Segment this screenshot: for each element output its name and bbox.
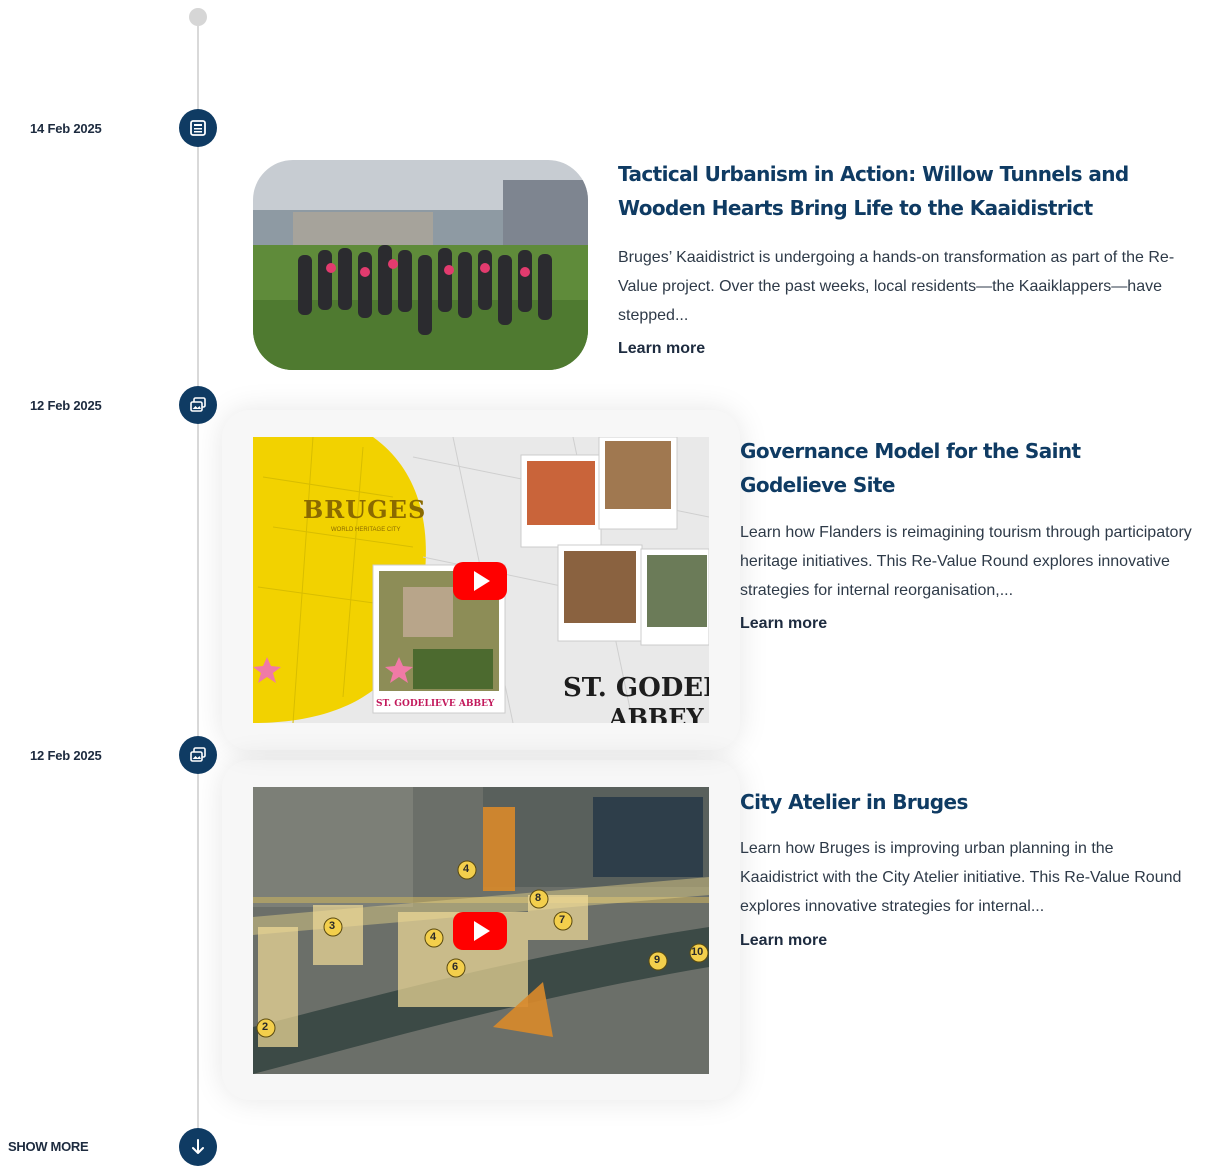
video-map-city-sub: WORLD HERITAGE CITY: [331, 527, 401, 533]
video-map-city: BRUGES: [303, 495, 427, 524]
map-number: 9: [654, 954, 661, 966]
learn-more-link[interactable]: Learn more: [740, 615, 827, 633]
article-title[interactable]: Governance Model for the Saint Godelieve…: [740, 434, 1180, 502]
media-gallery-icon: [179, 736, 217, 774]
map-number: 4: [430, 931, 437, 943]
video-big-caption-2: ABBEY: [609, 703, 704, 723]
video-big-caption: ST. GODELIEV: [563, 673, 709, 703]
map-number: 2: [262, 1021, 269, 1033]
learn-more-link[interactable]: Learn more: [618, 340, 705, 358]
learn-more-link[interactable]: Learn more: [740, 932, 827, 950]
article-excerpt: Learn how Flanders is reimagining touris…: [740, 524, 1192, 599]
article-title[interactable]: Tactical Urbanism in Action: Willow Tunn…: [618, 157, 1198, 225]
play-button[interactable]: [453, 562, 507, 600]
video-thumbnail[interactable]: BRUGES WORLD HERITAGE CITY ST. GODELIEVE…: [253, 437, 709, 723]
video-thumbnail[interactable]: 2 3 4 4 6 7 8 9 10: [253, 787, 709, 1074]
map-number: 7: [559, 914, 566, 926]
map-number: 8: [535, 892, 542, 904]
item-date: 12 Feb 2025: [30, 748, 102, 763]
item-date: 12 Feb 2025: [30, 398, 102, 413]
play-button[interactable]: [453, 912, 507, 950]
media-gallery-icon: [179, 386, 217, 424]
map-number: 3: [329, 920, 336, 932]
map-number: 10: [691, 946, 704, 958]
article-excerpt: Bruges’ Kaaidistrict is undergoing a han…: [618, 249, 1175, 324]
arrow-down-icon[interactable]: [179, 1128, 217, 1166]
item-date: 14 Feb 2025: [30, 121, 102, 136]
video-abbey-label: ST. GODELIEVE ABBEY: [376, 699, 495, 709]
timeline-start-dot: [189, 8, 207, 26]
article-title[interactable]: City Atelier in Bruges: [740, 785, 1180, 819]
timeline-line: [197, 26, 199, 1136]
map-number: 4: [463, 863, 470, 875]
article-excerpt: Learn how Bruges is improving urban plan…: [740, 840, 1182, 915]
map-number: 6: [452, 961, 459, 973]
news-icon: [179, 109, 217, 147]
show-more-label[interactable]: SHOW MORE: [8, 1139, 89, 1154]
article-thumbnail[interactable]: [253, 160, 588, 370]
